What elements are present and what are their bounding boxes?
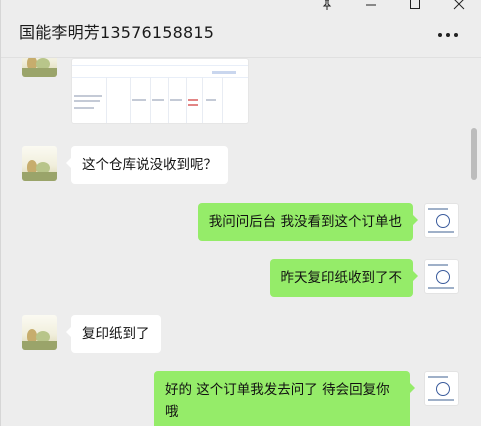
window-controls (305, 0, 481, 12)
self-avatar[interactable] (424, 371, 459, 406)
message-bubble-sent[interactable]: 昨天复印纸收到了不 (269, 259, 418, 297)
message-bubble-received[interactable]: 这个仓库说没收到呢？ (66, 146, 228, 184)
maximize-button[interactable] (393, 0, 437, 14)
image-message[interactable] (71, 58, 249, 124)
close-button[interactable] (437, 0, 481, 14)
chat-window: 国能李明芳13576158815 这个仓库说没收到呢？ 我问问后台 我没看到这个… (0, 0, 481, 426)
message-list[interactable]: 这个仓库说没收到呢？ 我问问后台 我没看到这个订单也 昨天复印纸收到了不 复印纸… (1, 58, 481, 426)
contact-avatar[interactable] (22, 315, 57, 350)
contact-avatar[interactable] (22, 146, 57, 181)
message-bubble-sent[interactable]: 我问问后台 我没看到这个订单也 (197, 203, 419, 241)
more-options-icon[interactable] (438, 33, 458, 39)
maximize-icon (410, 0, 420, 9)
self-avatar[interactable] (424, 203, 459, 238)
message-bubble-received[interactable]: 复印纸到了 (66, 315, 161, 353)
pin-button[interactable] (305, 0, 349, 14)
message-bubble-sent[interactable]: 好的 这个订单我发去问了 待会回复你哦 (154, 371, 415, 426)
close-icon (453, 0, 465, 10)
contact-avatar[interactable] (22, 58, 57, 77)
pin-icon (322, 0, 332, 10)
minimize-button[interactable] (349, 0, 393, 14)
self-avatar[interactable] (424, 259, 459, 294)
chat-title: 国能李明芳13576158815 (19, 23, 215, 42)
scrollbar-thumb[interactable] (471, 128, 477, 180)
minimize-icon (366, 4, 376, 6)
